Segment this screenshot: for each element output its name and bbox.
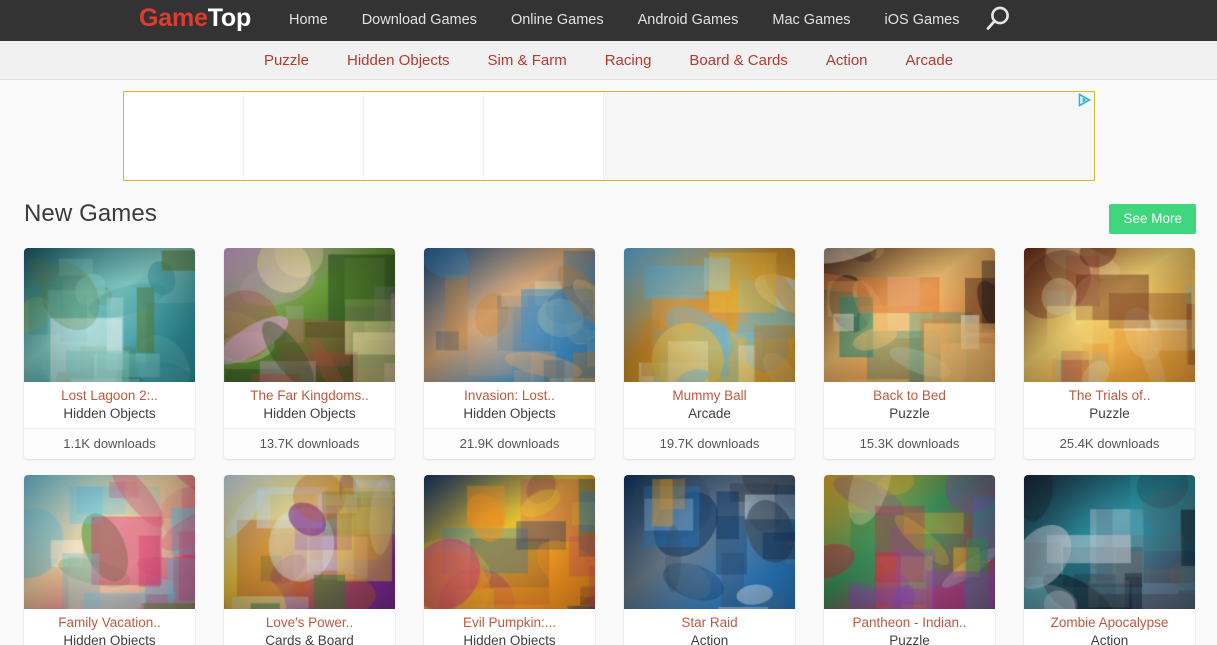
game-card[interactable]: Back to Bed Puzzle 15.3K downloads (824, 248, 995, 459)
logo-text-top: Top (207, 4, 252, 32)
logo-text-game: Game (139, 4, 208, 32)
game-thumbnail[interactable] (24, 475, 195, 609)
subnav-item-puzzle[interactable]: Puzzle (245, 41, 328, 80)
game-artwork (624, 475, 795, 609)
game-downloads: 21.9K downloads (424, 428, 595, 459)
subnav-item-arcade[interactable]: Arcade (887, 41, 973, 80)
game-title[interactable]: Mummy Ball (624, 382, 795, 405)
game-downloads: 15.3K downloads (824, 428, 995, 459)
subnav-item-board-cards[interactable]: Board & Cards (670, 41, 806, 80)
game-category: Action (1090, 633, 1129, 645)
game-title[interactable]: Zombie Apocalypse (1024, 609, 1195, 632)
ad-cell (483, 92, 604, 180)
game-title[interactable]: The Trials of.. (1024, 382, 1195, 405)
subnav-item-hidden-objects[interactable]: Hidden Objects (328, 41, 469, 80)
game-card[interactable]: The Trials of.. Puzzle 25.4K downloads (1024, 248, 1195, 459)
game-card[interactable]: Evil Pumpkin:...Hidden Objects50.7K down… (424, 475, 595, 645)
top-navigation-bar: GameTop Home Download Games Online Games An… (0, 0, 1217, 41)
game-title[interactable]: Lost Lagoon 2:.. (24, 382, 195, 405)
game-title[interactable]: Invasion: Lost.. (424, 382, 595, 405)
game-category: Hidden Objects (463, 633, 556, 645)
game-thumbnail[interactable] (624, 248, 795, 382)
game-category: Puzzle (1089, 406, 1130, 421)
game-card[interactable]: Invasion: Lost.. Hidden Objects 21.9K down… (424, 248, 595, 459)
subnav-item-sim-farm[interactable]: Sim & Farm (469, 41, 586, 80)
game-downloads: 25.4K downloads (1024, 428, 1195, 459)
game-artwork (824, 248, 995, 382)
game-category: Action (690, 633, 729, 645)
primary-nav-links: Home Download Games Online Games Android Ga… (272, 0, 976, 41)
game-artwork (1024, 475, 1195, 609)
game-title[interactable]: Love's Power.. (224, 609, 395, 632)
game-title[interactable]: Back to Bed (824, 382, 995, 405)
game-thumbnail[interactable] (424, 475, 595, 609)
game-card[interactable]: Mummy Ball Arcade 19.7K downloads (624, 248, 795, 459)
topnav-item-download-games[interactable]: Download Games (345, 0, 494, 41)
advertisement-region (0, 80, 1217, 181)
game-card[interactable]: Zombie ApocalypseAction162.0K downloads (1024, 475, 1195, 645)
ad-banner[interactable] (122, 91, 1095, 181)
game-artwork (424, 248, 595, 382)
game-title[interactable]: Pantheon - Indian.. (824, 609, 995, 632)
page-title: New Games (24, 200, 157, 227)
game-category: Hidden Objects (463, 406, 556, 421)
game-thumbnail[interactable] (224, 248, 395, 382)
subnav-item-action[interactable]: Action (807, 41, 887, 80)
game-thumbnail[interactable] (1024, 248, 1195, 382)
section-header: New Games See More (0, 200, 1217, 240)
topnav-item-online-games[interactable]: Online Games (494, 0, 621, 41)
game-category: Hidden Objects (63, 406, 156, 421)
game-card[interactable]: Love's Power..Cards & Board19.7K downloa… (224, 475, 395, 645)
subnav-item-racing[interactable]: Racing (586, 41, 671, 80)
game-artwork (224, 248, 395, 382)
ad-cell (123, 92, 244, 180)
game-category: Puzzle (889, 633, 930, 645)
game-thumbnail[interactable] (1024, 475, 1195, 609)
game-title[interactable]: Evil Pumpkin:... (424, 609, 595, 632)
adchoices-icon[interactable] (1077, 93, 1093, 108)
game-category: Puzzle (889, 406, 930, 421)
see-more-button[interactable]: See More (1109, 204, 1196, 234)
topnav-item-ios-games[interactable]: iOS Games (868, 0, 977, 41)
game-title[interactable]: Family Vacation.. (24, 609, 195, 632)
game-category: Arcade (688, 406, 731, 421)
game-title[interactable]: The Far Kingdoms.. (224, 382, 395, 405)
game-card[interactable]: Lost Lagoon 2:.. Hidden Objects 1.1K downl… (24, 248, 195, 459)
game-category: Cards & Board (265, 633, 354, 645)
ad-empty-area (603, 92, 1094, 180)
game-thumbnail[interactable] (824, 248, 995, 382)
game-artwork (824, 475, 995, 609)
game-thumbnail[interactable] (824, 475, 995, 609)
game-thumbnail[interactable] (624, 475, 795, 609)
game-thumbnail[interactable] (24, 248, 195, 382)
game-card[interactable]: Star RaidAction102.6K downloads (624, 475, 795, 645)
ad-cell (243, 92, 364, 180)
game-category: Hidden Objects (263, 406, 356, 421)
game-downloads: 13.7K downloads (224, 428, 395, 459)
category-navigation-bar: Puzzle Hidden Objects Sim & Farm Racing Boar… (0, 41, 1217, 80)
ad-cell (363, 92, 484, 180)
game-card[interactable]: Family Vacation..Hidden Objects45.2K dow… (24, 475, 195, 645)
game-card[interactable]: The Far Kingdoms.. Hidden Objects 13.7K do… (224, 248, 395, 459)
search-icon[interactable] (981, 4, 1013, 36)
game-thumbnail[interactable] (224, 475, 395, 609)
game-artwork (424, 475, 595, 609)
game-artwork (1024, 248, 1195, 382)
site-logo[interactable]: GameTop (139, 4, 251, 33)
game-artwork (224, 475, 395, 609)
topnav-item-home[interactable]: Home (272, 0, 345, 41)
game-artwork (24, 248, 195, 382)
game-artwork (624, 248, 795, 382)
topnav-item-mac-games[interactable]: Mac Games (755, 0, 867, 41)
game-thumbnail[interactable] (424, 248, 595, 382)
game-card[interactable]: Pantheon - Indian..Puzzle65.1K downloads (824, 475, 995, 645)
game-artwork (24, 475, 195, 609)
game-downloads: 19.7K downloads (624, 428, 795, 459)
game-category: Hidden Objects (63, 633, 156, 645)
topnav-item-android-games[interactable]: Android Games (621, 0, 756, 41)
game-title[interactable]: Star Raid (624, 609, 795, 632)
game-downloads: 1.1K downloads (24, 428, 195, 459)
game-grid: Lost Lagoon 2:.. Hidden Objects 1.1K downl… (0, 240, 1217, 645)
